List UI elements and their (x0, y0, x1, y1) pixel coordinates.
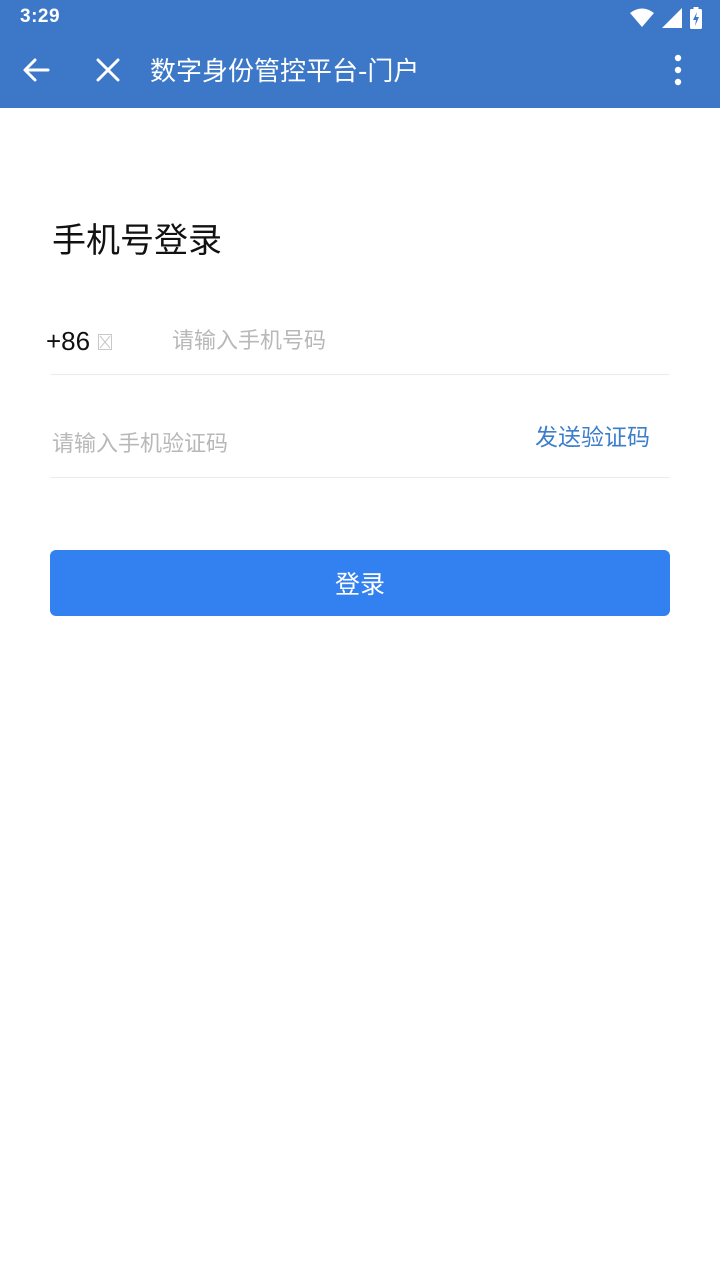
phone-number-input[interactable] (172, 324, 662, 358)
back-button[interactable] (10, 46, 62, 98)
page-title: 手机号登录 (52, 221, 222, 261)
status-icons (630, 7, 702, 29)
battery-charging-icon (690, 7, 702, 29)
verification-code-row: 发送验证码 (50, 413, 670, 478)
app-title: 数字身份管控平台-门户 (150, 57, 420, 87)
close-button[interactable] (82, 46, 134, 98)
phone-field-row: +86 (46, 310, 670, 375)
send-code-button[interactable]: 发送验证码 (535, 421, 650, 455)
more-menu-button[interactable] (662, 46, 694, 98)
status-time: 3:29 (20, 6, 61, 27)
close-icon (96, 58, 120, 86)
more-vertical-icon (674, 54, 682, 90)
app-bar: 数字身份管控平台-门户 (0, 36, 720, 108)
country-code-dropdown-icon[interactable] (98, 334, 112, 350)
country-code-selector[interactable]: +86 (46, 324, 90, 358)
wifi-icon (630, 8, 654, 28)
login-button[interactable]: 登录 (50, 550, 670, 616)
arrow-left-icon (22, 56, 50, 88)
cellular-signal-icon (662, 8, 682, 28)
status-bar: 3:29 (0, 0, 720, 36)
verification-code-input[interactable] (52, 427, 492, 461)
